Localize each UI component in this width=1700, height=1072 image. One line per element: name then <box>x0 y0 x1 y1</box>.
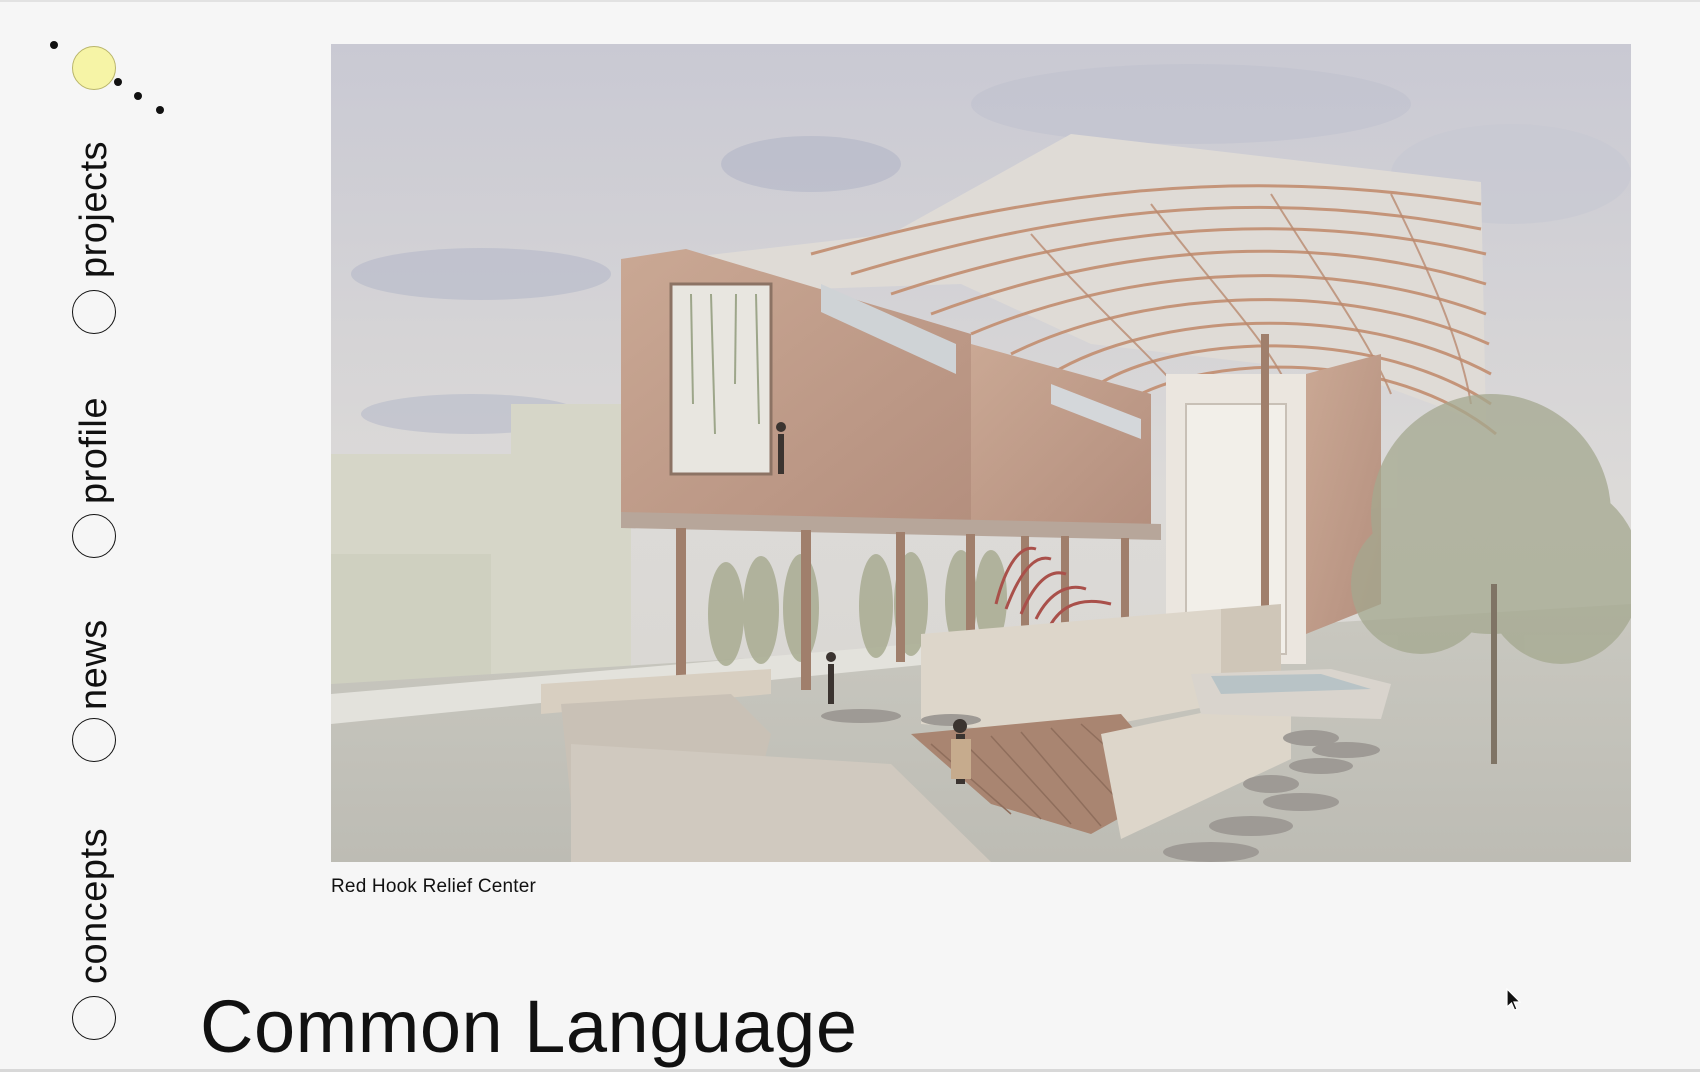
circle-outline-icon[interactable] <box>72 514 116 558</box>
sun-icon <box>72 46 116 90</box>
circle-outline-icon[interactable] <box>72 290 116 334</box>
nav-item-profile[interactable]: profile <box>70 386 120 558</box>
top-border <box>0 0 1700 2</box>
nav-item-label[interactable]: profile <box>73 397 115 504</box>
nav-item-projects[interactable]: projects <box>70 128 120 334</box>
nav-item-label[interactable]: news <box>73 619 115 710</box>
nav-item-news[interactable]: news <box>70 612 120 762</box>
image-caption: Red Hook Relief Center <box>331 876 537 897</box>
project-image[interactable] <box>331 44 1631 862</box>
nav-item-label[interactable]: projects <box>73 141 115 278</box>
nav-item-label[interactable]: concepts <box>73 828 115 984</box>
logo-dot <box>114 78 122 86</box>
logo-dot <box>50 41 58 49</box>
mouse-pointer-icon <box>1506 988 1522 1011</box>
logo-dot <box>156 106 164 114</box>
circle-outline-icon[interactable] <box>72 718 116 762</box>
logo-dot <box>134 92 142 100</box>
page-title: Common Language <box>200 984 858 1068</box>
site-logo[interactable] <box>48 38 168 118</box>
nav-item-concepts[interactable]: concepts <box>70 814 120 1040</box>
architecture-rendering <box>331 44 1631 862</box>
circle-outline-icon[interactable] <box>72 996 116 1040</box>
